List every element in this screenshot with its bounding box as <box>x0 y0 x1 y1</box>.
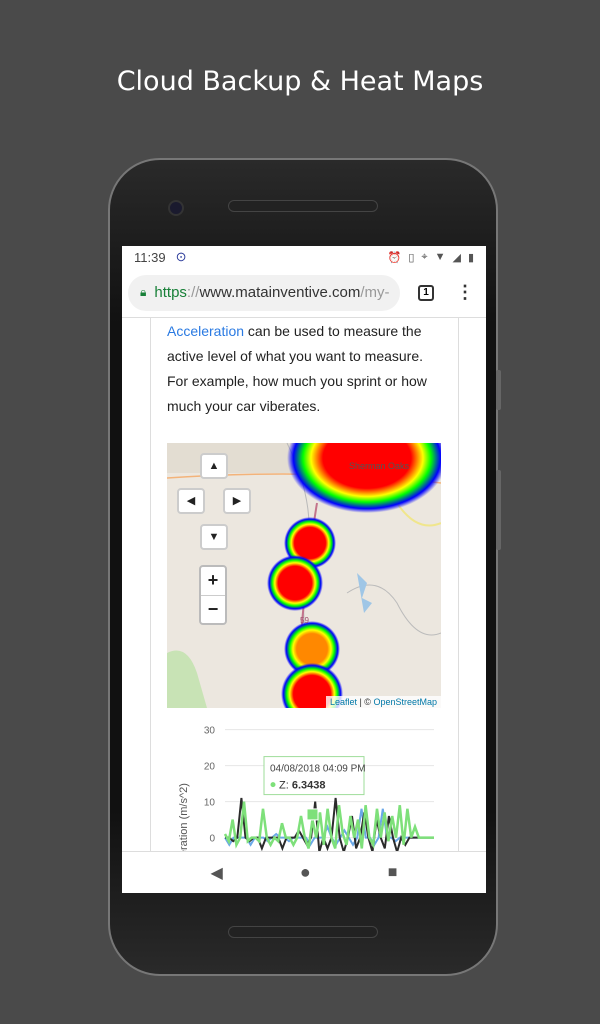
osm-link[interactable]: OpenStreetMap <box>373 697 437 707</box>
wifi-icon: ▼ <box>434 250 446 263</box>
pan-left-button[interactable]: ◀ <box>177 488 205 514</box>
page-content: Acceleration can be used to measure the … <box>122 318 486 851</box>
route-label: 59 <box>300 616 309 625</box>
heat-spot <box>287 443 441 513</box>
pan-right-button[interactable]: ▶ <box>223 488 251 514</box>
top-speaker <box>228 200 378 212</box>
tooltip-dot <box>270 782 276 788</box>
y-tick-label: 0 <box>209 834 215 845</box>
url-path: /my- <box>360 284 390 301</box>
hover-marker <box>306 808 319 821</box>
zoom-in-button[interactable]: + <box>201 567 225 595</box>
home-icon[interactable]: ● <box>300 862 311 883</box>
zoom-control: + − <box>199 565 227 625</box>
pan-down-button[interactable]: ▼ <box>200 524 228 550</box>
android-nav-bar: ◀ ● ■ <box>122 851 486 893</box>
acceleration-link[interactable]: Acceleration <box>167 323 244 339</box>
clock: 11:39 <box>134 249 166 265</box>
y-axis-label: Acceleration (m/s^2) <box>178 783 190 851</box>
browser-toolbar: 🔒︎ https://www.matainventive.com/my- 1 ⋮ <box>122 268 486 318</box>
leaflet-link[interactable]: Leaflet <box>330 697 357 707</box>
card-border <box>458 318 459 851</box>
volume-button <box>496 470 501 550</box>
vibrate-icon: ▯ <box>408 251 415 264</box>
y-tick-label: 20 <box>204 762 216 773</box>
power-button <box>496 370 501 410</box>
front-camera <box>168 200 184 216</box>
overflow-menu-icon[interactable]: ⋮ <box>456 282 474 303</box>
article-paragraph: Acceleration can be used to measure the … <box>167 319 447 419</box>
location-icon: ⌖ <box>421 250 428 263</box>
lock-icon: 🔒︎ <box>140 285 147 299</box>
heat-spot <box>267 555 323 611</box>
url-scheme: https <box>154 284 187 301</box>
recents-icon[interactable]: ■ <box>388 864 398 882</box>
tab-switcher-button[interactable]: 1 <box>418 284 434 301</box>
y-tick-label: 30 <box>204 726 216 737</box>
signal-icon: ◢ <box>452 251 461 264</box>
tooltip-value: Z: 6.3438 <box>279 780 326 792</box>
pan-up-button[interactable]: ▲ <box>200 453 228 479</box>
headline: Cloud Backup & Heat Maps <box>116 66 484 97</box>
battery-icon: ▮ <box>467 251 474 264</box>
url-bar[interactable]: 🔒︎ https://www.matainventive.com/my- <box>128 274 400 311</box>
url-host: www.matainventive.com <box>199 284 361 301</box>
bottom-speaker <box>228 926 378 938</box>
card-border <box>150 318 151 851</box>
sync-icon: ⊙ <box>175 249 187 264</box>
attribution-sep: | © <box>356 697 374 707</box>
zoom-out-button[interactable]: − <box>201 595 225 623</box>
back-icon[interactable]: ◀ <box>211 863 223 883</box>
tooltip-date: 04/08/2018 04:09 PM <box>270 764 366 775</box>
y-tick-label: 10 <box>204 798 216 809</box>
screen: 11:39 ⊙ ⏰ ▯ ⌖ ▼ ◢ ▮ 🔒︎ https://www.matai… <box>122 246 486 893</box>
place-label: Sherman Oaks <box>349 461 410 471</box>
heat-map[interactable]: ▲ ◀ ▶ ▼ + − Sherman Oaks 59 Leaflet | © … <box>167 443 441 708</box>
alarm-icon: ⏰ <box>387 251 402 264</box>
url-sep: :// <box>186 284 200 301</box>
acceleration-chart[interactable]: 30 20 10 0 Acceleration (m/s^2) 04/08/2018 04… <box>167 713 447 851</box>
map-attribution: Leaflet | © OpenStreetMap <box>325 696 441 708</box>
status-bar: 11:39 ⊙ ⏰ ▯ ⌖ ▼ ◢ ▮ <box>122 246 486 268</box>
